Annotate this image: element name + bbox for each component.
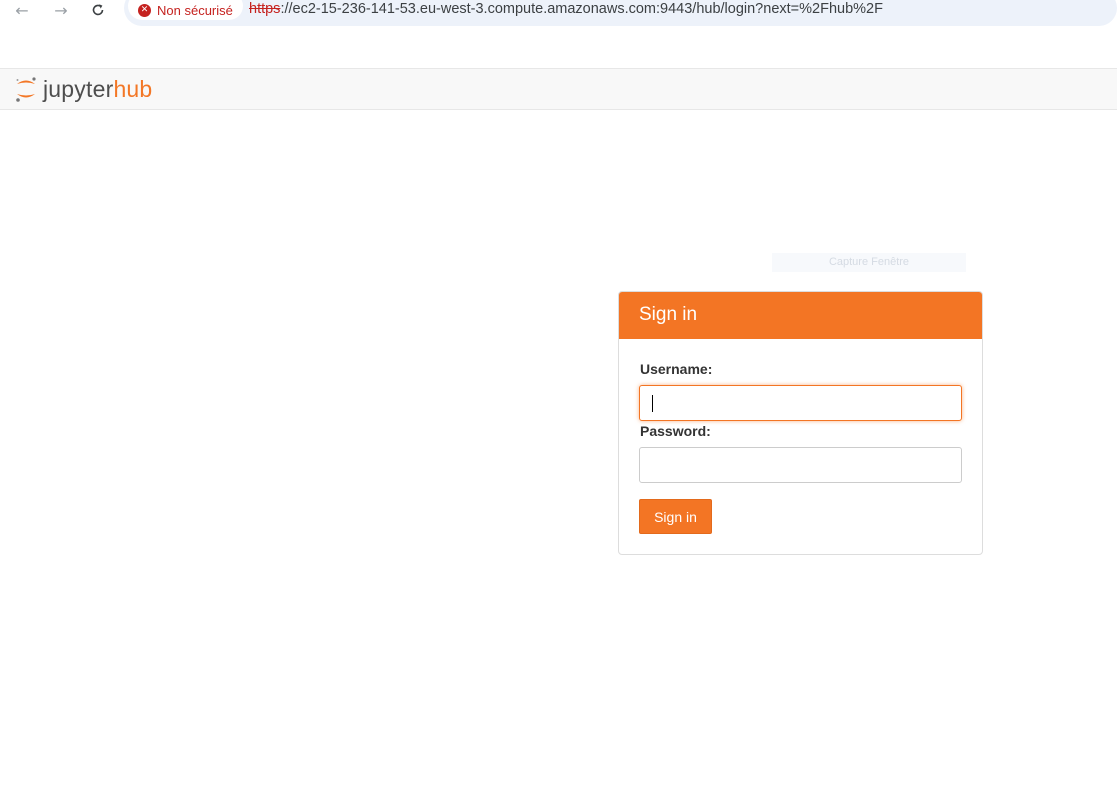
username-label: Username:	[640, 361, 713, 377]
logo-text-jupyter: jupyter	[43, 75, 114, 102]
username-input[interactable]	[639, 385, 962, 421]
forward-arrow-icon[interactable]: →	[51, 0, 71, 20]
jupyterhub-logo[interactable]: jupyterhub	[15, 73, 152, 105]
security-indicator[interactable]: ✕ Non sécurisé	[128, 0, 243, 20]
reload-icon[interactable]	[88, 0, 108, 20]
logo-text-hub: hub	[113, 75, 153, 102]
jupyter-logo-icon	[16, 77, 36, 102]
login-panel-title: Sign in	[619, 292, 982, 339]
not-secure-icon: ✕	[138, 3, 151, 17]
url-text[interactable]: https://ec2-15-236-141-53.eu-west-3.comp…	[249, 1, 883, 17]
text-caret	[652, 395, 653, 412]
password-input[interactable]	[639, 447, 962, 483]
sign-in-button[interactable]: Sign in	[639, 499, 712, 534]
browser-toolbar: ← → ✕ Non sécurisé https://ec2-15-236-14…	[0, 0, 1117, 26]
url-scheme: https	[249, 1, 281, 17]
login-panel: Sign in Username: Password: Sign in	[618, 291, 983, 555]
capture-overlay-label: Capture Fenêtre	[772, 253, 966, 272]
back-arrow-icon[interactable]: ←	[12, 0, 32, 20]
url-path: ://ec2-15-236-141-53.eu-west-3.compute.a…	[280, 1, 883, 17]
security-label: Non sécurisé	[157, 2, 233, 18]
jupyterhub-navbar: jupyterhub	[0, 68, 1117, 110]
password-label: Password:	[640, 423, 711, 439]
logo-text: jupyterhub	[43, 76, 152, 103]
